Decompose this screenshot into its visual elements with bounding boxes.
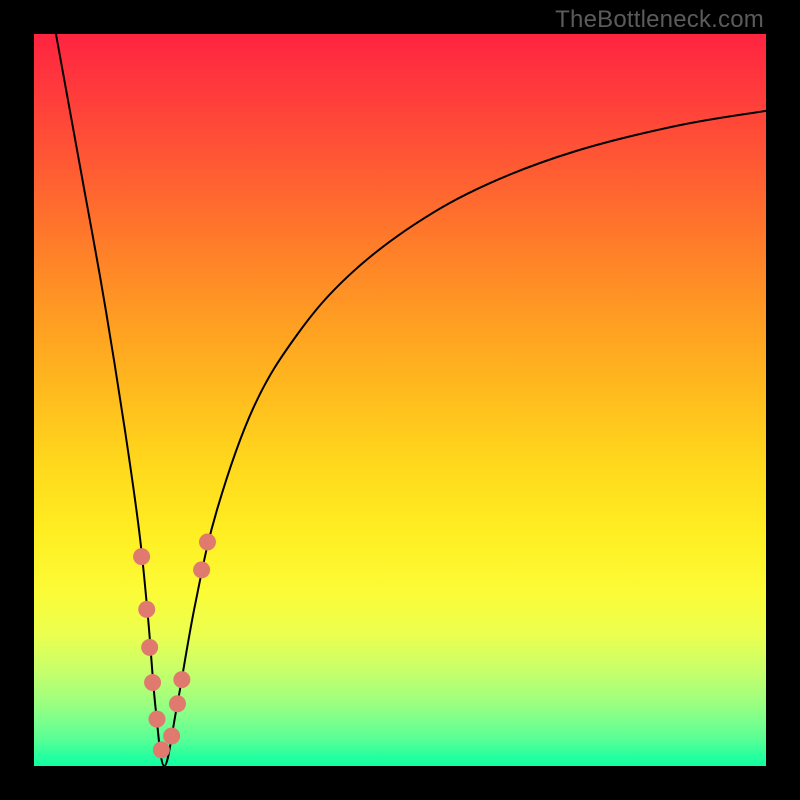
chart-frame: TheBottleneck.com — [0, 0, 800, 800]
curve-marker — [199, 534, 216, 551]
curve-marker — [138, 601, 155, 618]
curve-marker — [133, 548, 150, 565]
curve-marker — [153, 741, 170, 758]
curve-marker — [169, 695, 186, 712]
plot-area — [34, 34, 766, 766]
curve-marker — [163, 727, 180, 744]
watermark-text: TheBottleneck.com — [555, 6, 764, 34]
curve-marker — [193, 561, 210, 578]
curve-marker — [148, 711, 165, 728]
curve-marker — [144, 674, 161, 691]
bottleneck-curve — [34, 34, 766, 766]
curve-path — [56, 34, 766, 766]
curve-marker — [141, 639, 158, 656]
curve-marker — [173, 671, 190, 688]
